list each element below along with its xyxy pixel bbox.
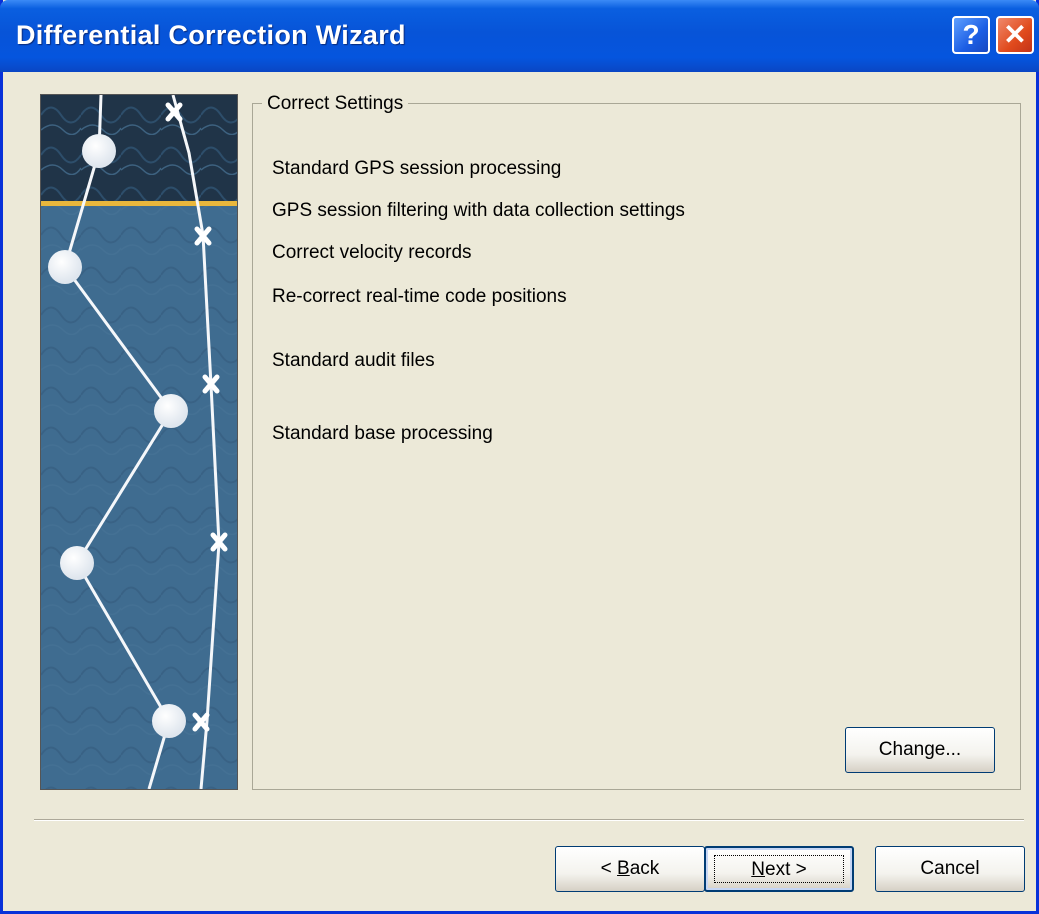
footer-separator: [34, 819, 1024, 821]
next-button[interactable]: Next >: [704, 846, 854, 892]
back-button[interactable]: < Back: [555, 846, 705, 892]
group-legend: Correct Settings: [262, 93, 409, 115]
gps-route-illustration: [40, 94, 238, 790]
setting-base-processing: Standard base processing: [272, 423, 493, 444]
setting-gps-session-filtering: GPS session filtering with data collecti…: [272, 200, 685, 221]
setting-gps-session-processing: Standard GPS session processing: [272, 158, 562, 179]
change-button-label: Change...: [878, 739, 962, 760]
change-button[interactable]: Change...: [845, 727, 995, 773]
window-title: Differential Correction Wizard: [16, 20, 406, 50]
setting-realtime-code-positions: Re-correct real-time code positions: [272, 286, 567, 307]
help-icon[interactable]: ?: [952, 16, 990, 54]
cancel-button[interactable]: Cancel: [875, 846, 1025, 892]
setting-audit-files: Standard audit files: [272, 350, 435, 371]
title-bar[interactable]: Differential Correction Wizard ? ✕: [0, 0, 1039, 72]
setting-velocity-records: Correct velocity records: [272, 242, 472, 263]
close-icon[interactable]: ✕: [996, 16, 1034, 54]
cancel-button-label: Cancel: [920, 858, 980, 879]
back-button-label: < Back: [600, 858, 660, 879]
focus-rectangle: [714, 855, 844, 883]
